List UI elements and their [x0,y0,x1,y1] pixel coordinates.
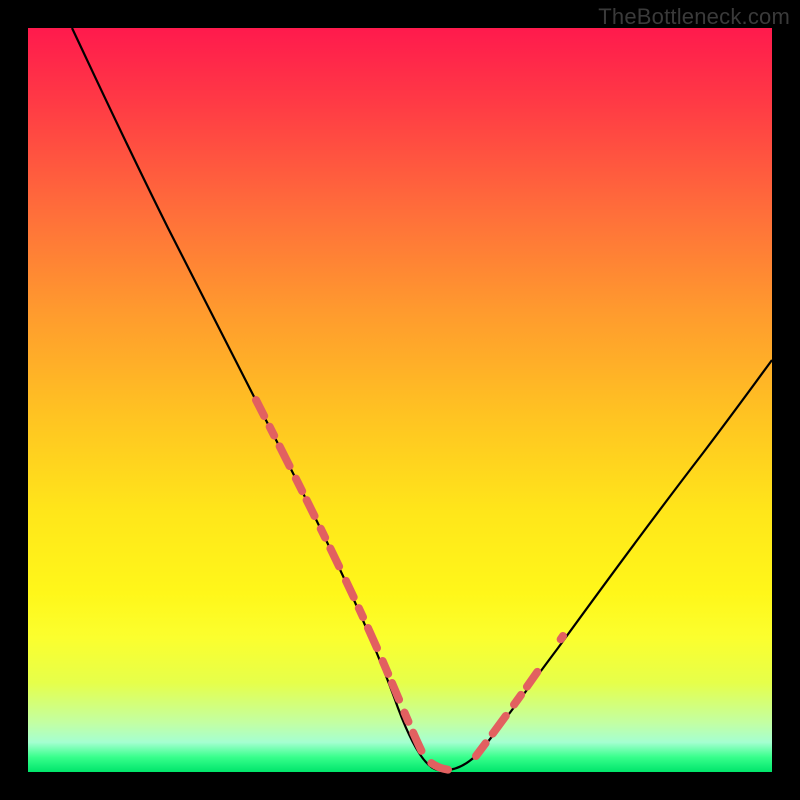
curve-main [72,28,772,770]
watermark-text: TheBottleneck.com [598,4,790,30]
chart-frame: TheBottleneck.com [0,0,800,800]
curve-layer [28,28,772,772]
highlight-left [256,400,453,770]
plot-area [28,28,772,772]
highlight-right [476,636,563,756]
